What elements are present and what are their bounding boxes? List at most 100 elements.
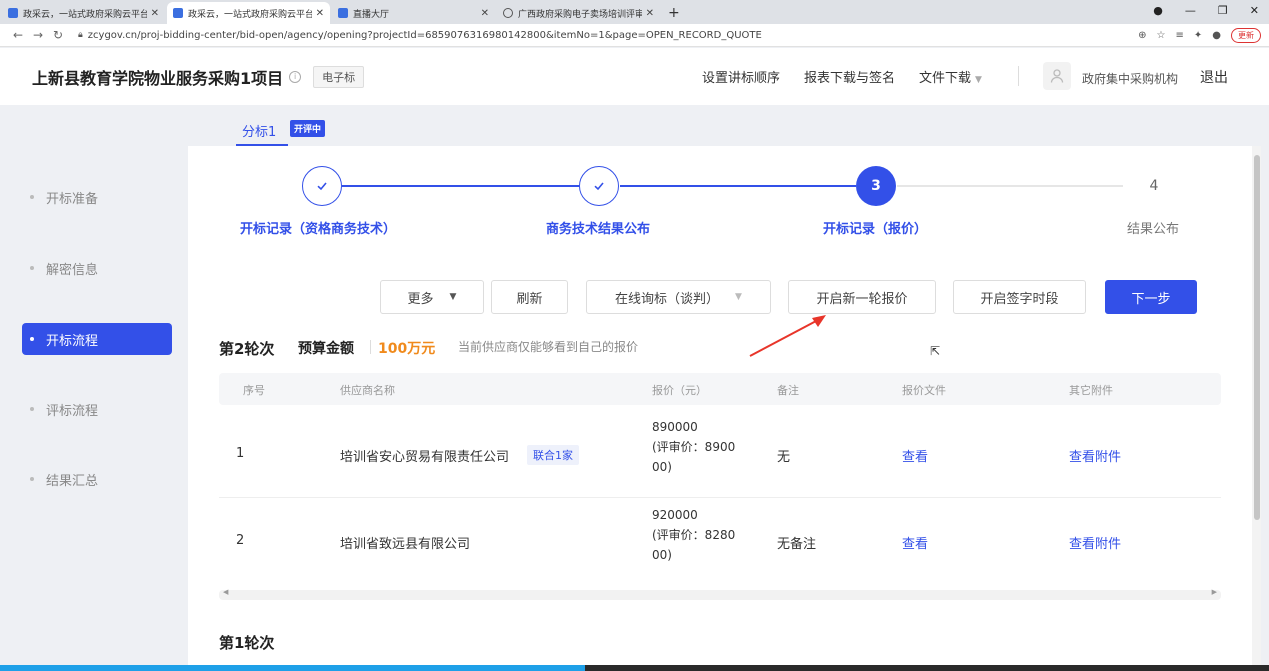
scroll-right-icon[interactable]: ▶ — [1212, 588, 1217, 596]
table-cell-index: 2 — [236, 533, 245, 548]
caret-down-icon: ▼ — [449, 292, 457, 302]
new-round-quote-button[interactable]: 开启新一轮报价 — [788, 280, 936, 314]
site-favicon-icon — [338, 8, 348, 18]
scroll-left-icon[interactable]: ◀ — [223, 588, 228, 596]
bullet-icon — [30, 195, 34, 199]
row-divider — [219, 497, 1221, 498]
step-2-label: 商务技术结果公布 — [546, 222, 651, 237]
step-connector — [342, 185, 579, 187]
divider — [370, 340, 371, 354]
window-controls: ● — ❐ ✕ — [1153, 4, 1259, 17]
reading-list-icon[interactable]: ≡ — [1175, 30, 1183, 41]
zoom-icon[interactable]: ⊕ — [1138, 30, 1146, 41]
site-favicon-icon — [173, 8, 183, 18]
refresh-button[interactable]: 刷新 — [491, 280, 568, 314]
table-cell-index: 1 — [236, 446, 245, 461]
bullet-icon — [30, 407, 34, 411]
taskbar-strip — [585, 665, 1269, 671]
caret-down-icon: ▼ — [735, 292, 742, 302]
budget-value: 100万元 — [378, 341, 436, 357]
table-cell-remark: 无 — [777, 450, 791, 465]
logout-button[interactable]: 退出 — [1200, 67, 1228, 87]
open-sign-period-button[interactable]: 开启签字时段 — [953, 280, 1086, 314]
url-field[interactable]: zcygov.cn/proj-bidding-center/bid-open/a… — [88, 30, 1138, 41]
review-price-line: (评审价：8900 — [652, 440, 736, 454]
browser-tab-4[interactable]: 广西政府采购电子卖场培训评审专 ✕ — [497, 2, 660, 24]
browser-tab-bar: 政采云，一站式政府采购云平台 ✕ 政采云，一站式政府采购云平台 ✕ 直播大厅 ✕… — [0, 0, 1269, 24]
sidebar-item-eval-process[interactable]: 评标流程 — [22, 393, 172, 425]
table-cell-remark: 无备注 — [777, 537, 817, 552]
forward-icon[interactable]: → — [28, 28, 48, 42]
user-name: 政府集中采购机构 — [1082, 72, 1179, 86]
table-cell-price: 920000 (评审价：8280 00) — [652, 505, 735, 565]
sidebar-item-result-summary[interactable]: 结果汇总 — [22, 463, 172, 495]
horizontal-scrollbar[interactable]: ◀ ▶ — [219, 588, 1221, 600]
restore-icon[interactable]: ❐ — [1218, 4, 1228, 17]
browser-tab-2[interactable]: 政采云，一站式政府采购云平台 ✕ — [167, 2, 330, 24]
browser-tab-1[interactable]: 政采云，一站式政府采购云平台 ✕ — [2, 2, 165, 24]
view-quote-file-link[interactable]: 查看 — [902, 533, 928, 552]
column-header-quote-file: 报价文件 — [902, 384, 946, 397]
more-dropdown[interactable]: 更多 ▼ — [380, 280, 484, 314]
sidebar-item-label: 开标准备 — [46, 191, 99, 207]
view-attachments-link[interactable]: 查看附件 — [1069, 446, 1121, 465]
file-download-menu[interactable]: 文件下载 ▼ — [919, 67, 982, 86]
sidebar-item-label: 解密信息 — [46, 262, 99, 278]
header-menu: 设置讲标顺序 报表下载与签名 文件下载 ▼ — [702, 48, 982, 105]
tab-close-icon[interactable]: ✕ — [481, 8, 489, 19]
step-1-label: 开标记录（资格商务技术） — [240, 222, 397, 237]
update-button[interactable]: 更新 — [1231, 27, 1261, 43]
price-value: 920000 — [652, 508, 698, 522]
sidebar-item-decrypt-info[interactable]: 解密信息 — [22, 252, 172, 284]
page-title: 上新县教育学院物业服务采购1项目 — [32, 68, 284, 88]
tab-lot-1[interactable]: 分标1 — [242, 121, 276, 140]
address-bar: ← → ↻ 🔒︎ zcygov.cn/proj-bidding-center/b… — [0, 24, 1269, 47]
tab-close-icon[interactable]: ✕ — [646, 8, 654, 19]
review-price-line: (评审价：8280 — [652, 528, 736, 542]
step-3-label: 开标记录（报价） — [823, 222, 928, 237]
check-icon — [594, 182, 604, 191]
review-price-line: 00) — [652, 460, 672, 474]
info-icon[interactable]: i — [289, 70, 302, 83]
online-inquiry-dropdown[interactable]: 在线询标（谈判） ▼ — [586, 280, 771, 314]
back-icon[interactable]: ← — [8, 28, 28, 42]
minimize-icon[interactable]: — — [1185, 4, 1196, 17]
bid-type-tag: 电子标 — [313, 65, 365, 88]
sidebar-item-open-process[interactable]: 开标流程 — [22, 323, 172, 355]
divider — [1018, 66, 1019, 86]
step-2-check — [579, 166, 619, 206]
profile-icon[interactable]: ● — [1153, 4, 1163, 17]
scrollbar-thumb[interactable] — [1254, 155, 1260, 520]
set-presentation-order-link[interactable]: 设置讲标顺序 — [702, 67, 780, 86]
next-step-button[interactable]: 下一步 — [1105, 280, 1197, 314]
step-3-number: 3 — [856, 166, 896, 206]
reload-icon[interactable]: ↻ — [48, 28, 68, 42]
extension-icon[interactable]: ✦ — [1194, 30, 1202, 41]
avatar[interactable] — [1043, 62, 1071, 90]
tab-close-icon[interactable]: ✕ — [151, 8, 159, 19]
step-4-label: 结果公布 — [1127, 222, 1180, 237]
chevron-down-icon: ▼ — [975, 75, 982, 85]
budget-label: 预算金额 — [298, 341, 354, 357]
close-window-icon[interactable]: ✕ — [1250, 4, 1259, 17]
sidebar-item-open-prep[interactable]: 开标准备 — [22, 181, 172, 213]
price-value: 890000 — [652, 420, 698, 434]
view-attachments-link[interactable]: 查看附件 — [1069, 533, 1121, 552]
report-download-sign-link[interactable]: 报表下载与签名 — [804, 67, 895, 86]
tab-title: 直播大厅 — [353, 9, 390, 20]
lock-icon[interactable]: 🔒︎ — [78, 30, 83, 40]
tab-title: 广西政府采购电子卖场培训评审专 — [518, 9, 642, 20]
sidebar-item-label: 评标流程 — [46, 403, 99, 419]
new-tab-button[interactable]: + — [668, 5, 680, 21]
tab-close-icon[interactable]: ✕ — [316, 8, 324, 19]
bullet-icon — [30, 477, 34, 481]
user-icon — [1050, 69, 1064, 83]
account-icon[interactable]: ● — [1212, 30, 1221, 41]
status-badge: 开评中 — [290, 120, 326, 137]
step-1-check — [302, 166, 342, 206]
round-note: 当前供应商仅能够看到自己的报价 — [458, 340, 639, 354]
browser-tab-3[interactable]: 直播大厅 ✕ — [332, 2, 495, 24]
star-icon[interactable]: ☆ — [1157, 30, 1166, 41]
view-quote-file-link[interactable]: 查看 — [902, 446, 928, 465]
round-1-title: 第1轮次 — [219, 634, 275, 652]
